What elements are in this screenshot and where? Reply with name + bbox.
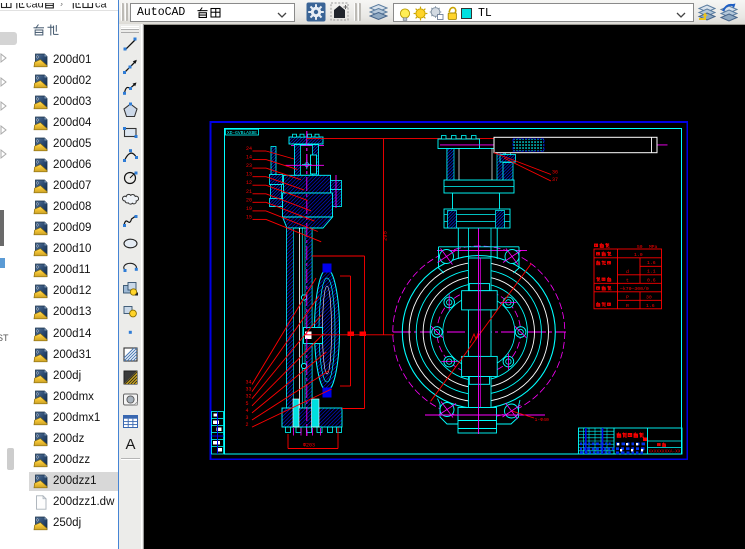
- svg-text:13: 13: [246, 172, 252, 178]
- svg-text:15: 15: [246, 214, 252, 220]
- svg-text:30: 30: [646, 295, 652, 301]
- svg-text:1.0: 1.0: [634, 252, 643, 258]
- svg-text:P: P: [626, 295, 629, 301]
- svg-text:—k70—300/0: —k70—300/0: [619, 286, 649, 292]
- svg-text:19: 19: [246, 206, 252, 212]
- svg-text:1.6: 1.6: [647, 260, 656, 266]
- svg-text:32: 32: [246, 394, 252, 400]
- svg-text:20: 20: [246, 197, 252, 203]
- svg-text:23: 23: [246, 163, 252, 169]
- svg-text:36: 36: [552, 170, 558, 176]
- svg-text:ca: ca: [95, 3, 108, 10]
- svg-text:37: 37: [552, 177, 558, 183]
- svg-text:21: 21: [246, 189, 252, 195]
- svg-text:4: 4: [246, 408, 249, 414]
- svg-text:›: ›: [60, 3, 63, 9]
- svg-text:XXXXXXXXA-XX: XXXXXXXXA-XX: [649, 451, 681, 455]
- svg-text:0.6: 0.6: [647, 278, 656, 284]
- svg-text:5: 5: [246, 401, 249, 407]
- svg-text:1.1: 1.1: [647, 269, 656, 275]
- svg-text:12: 12: [246, 180, 252, 186]
- svg-text:14: 14: [246, 155, 252, 161]
- svg-text:295: 295: [382, 231, 389, 241]
- svg-text:t: t: [626, 278, 629, 284]
- svg-text:A: A: [125, 436, 135, 452]
- svg-text:d: d: [626, 269, 629, 275]
- svg-text:1.6: 1.6: [646, 303, 655, 309]
- svg-text:50: 50: [637, 244, 643, 250]
- svg-text:MPa: MPa: [649, 244, 658, 250]
- svg-text:cad: cad: [26, 3, 44, 10]
- svg-text:Φ203: Φ203: [303, 443, 315, 449]
- svg-text:1-Φ40: 1-Φ40: [535, 417, 550, 423]
- svg-text:XD-GVBLAXBE: XD-GVBLAXBE: [227, 130, 257, 136]
- svg-text:24: 24: [246, 146, 252, 152]
- svg-text:2: 2: [246, 422, 249, 428]
- svg-text:R: R: [626, 303, 629, 309]
- svg-text:3: 3: [246, 415, 249, 421]
- svg-text:33: 33: [246, 387, 252, 393]
- svg-text:34: 34: [246, 380, 252, 386]
